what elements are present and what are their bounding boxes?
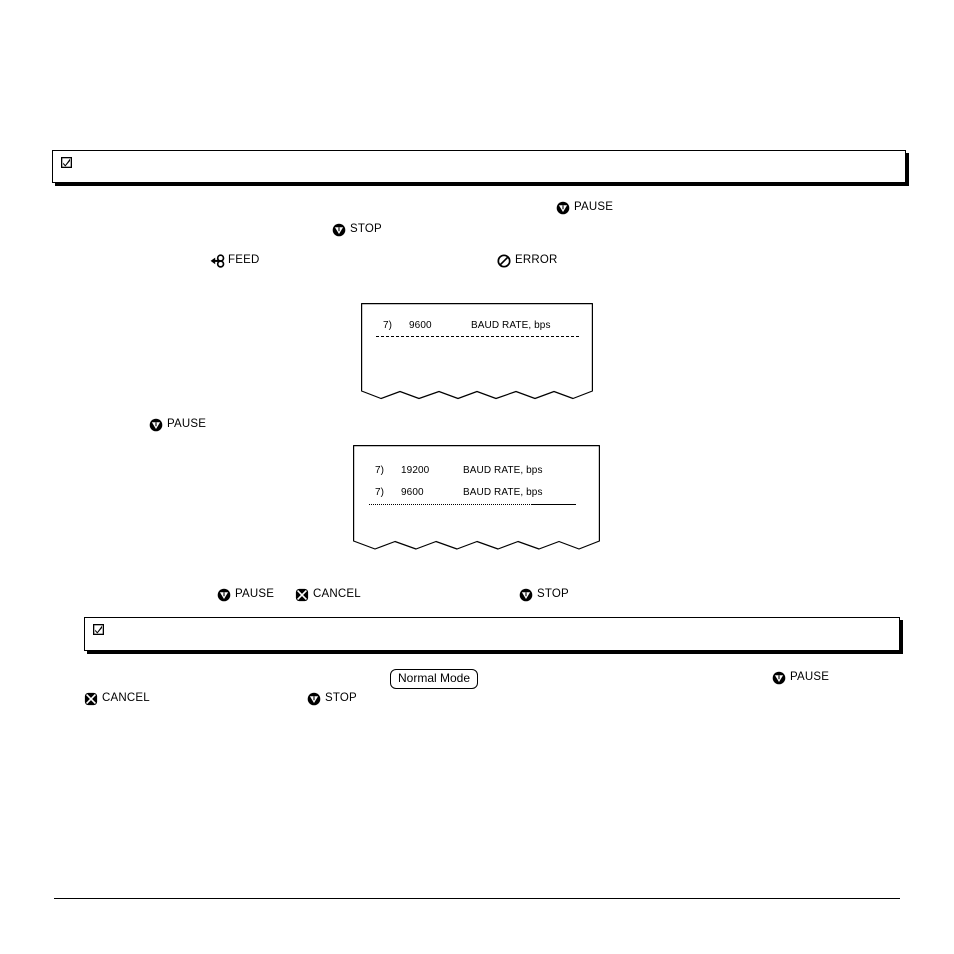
key-label-text: STOP <box>350 222 382 235</box>
key-label-cancel-1: CANCEL <box>295 588 361 602</box>
error-icon <box>497 254 511 268</box>
feed-icon <box>210 254 225 268</box>
printout-line-name: BAUD RATE, bps <box>463 487 543 498</box>
printout-line-name: BAUD RATE, bps <box>463 465 543 476</box>
stop-icon <box>332 223 346 237</box>
key-label-text: ERROR <box>515 253 558 266</box>
key-label-text: CANCEL <box>102 691 150 704</box>
key-label-stop-3: STOP <box>307 692 357 706</box>
key-label-text: PAUSE <box>235 587 275 600</box>
key-label-error-1: ERROR <box>497 254 558 268</box>
note-box-top <box>52 150 906 183</box>
key-label-stop-2: STOP <box>519 588 569 602</box>
pause-icon <box>556 201 570 215</box>
printout-underline <box>376 336 579 337</box>
key-label-pause-3: PAUSE <box>217 588 274 602</box>
printout-underline-dotted <box>369 504 534 505</box>
document-page: PAUSE STOP FEED ERROR 7) 9600 BAUD RATE,… <box>0 0 954 954</box>
note-box-bottom <box>84 617 900 651</box>
printout-line-index: 7) <box>375 465 385 476</box>
key-label-feed-1: FEED <box>210 254 259 268</box>
pause-icon <box>217 588 231 602</box>
footer-rule <box>54 898 900 899</box>
stop-icon <box>519 588 533 602</box>
key-label-text: STOP <box>325 691 357 704</box>
stop-icon <box>307 692 321 706</box>
cancel-icon <box>84 692 98 706</box>
printout-line-value: 19200 <box>401 465 430 476</box>
cancel-icon <box>295 588 309 602</box>
pause-icon <box>149 418 163 432</box>
key-label-text: STOP <box>537 587 569 600</box>
key-label-text: PAUSE <box>790 670 830 683</box>
key-label-cancel-2: CANCEL <box>84 692 150 706</box>
key-label-text: FEED <box>228 253 260 266</box>
printout-figure-1: 7) 9600 BAUD RATE, bps <box>361 303 593 401</box>
pause-icon <box>772 671 786 685</box>
printout-line-value: 9600 <box>409 320 432 331</box>
checked-checkbox-icon <box>93 622 104 635</box>
key-label-text: PAUSE <box>167 417 207 430</box>
printout-line-name: BAUD RATE, bps <box>471 320 551 331</box>
normal-mode-pill: Normal Mode <box>390 669 479 690</box>
key-label-stop-1: STOP <box>332 223 382 237</box>
printout-line-value: 9600 <box>401 487 424 498</box>
printout-underline-solid <box>531 504 576 505</box>
key-label-text: PAUSE <box>574 200 614 213</box>
key-label-text: CANCEL <box>313 587 361 600</box>
printout-line-index: 7) <box>383 320 393 331</box>
key-label-pause-1: PAUSE <box>556 201 613 215</box>
checked-checkbox-icon <box>61 155 72 168</box>
key-label-pause-4: PAUSE <box>772 671 829 685</box>
printout-figure-2: 7) 19200 BAUD RATE, bps 7) 9600 BAUD RAT… <box>353 445 600 552</box>
key-label-pause-2: PAUSE <box>149 418 206 432</box>
printout-line-index: 7) <box>375 487 385 498</box>
